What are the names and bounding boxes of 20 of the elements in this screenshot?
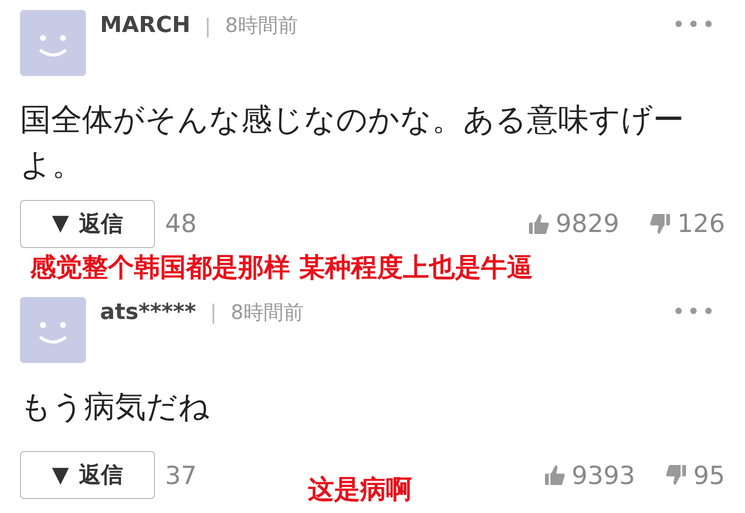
reply-count: 48	[165, 209, 197, 238]
reply-button[interactable]: ▼ 返信	[20, 200, 155, 248]
timestamp: 8時間前	[230, 298, 304, 326]
comment-text: 国全体がそんな感じなのかな。ある意味すげーよ。	[20, 101, 685, 185]
like-count: 9393	[572, 460, 636, 490]
translation-caption: 这是病啊	[308, 474, 412, 507]
timestamp: 8時間前	[225, 12, 298, 39]
avatar-icon	[20, 10, 86, 76]
reply-count: 37	[165, 460, 197, 490]
dislike-count: 95	[693, 460, 725, 490]
separator: |	[204, 14, 212, 38]
like-count: 9829	[556, 209, 620, 238]
separator: |	[210, 300, 217, 324]
username: ats*****	[100, 300, 196, 325]
dislike-count: 126	[677, 209, 725, 238]
username: MARCH	[100, 13, 190, 38]
reply-button[interactable]: ▼ 返信	[20, 451, 155, 500]
comment-text: もう病気だね	[20, 388, 211, 427]
avatar-icon	[20, 296, 86, 363]
translation-caption: 感觉整个韩国都是那样 某种程度上也是牛逼	[29, 252, 534, 285]
